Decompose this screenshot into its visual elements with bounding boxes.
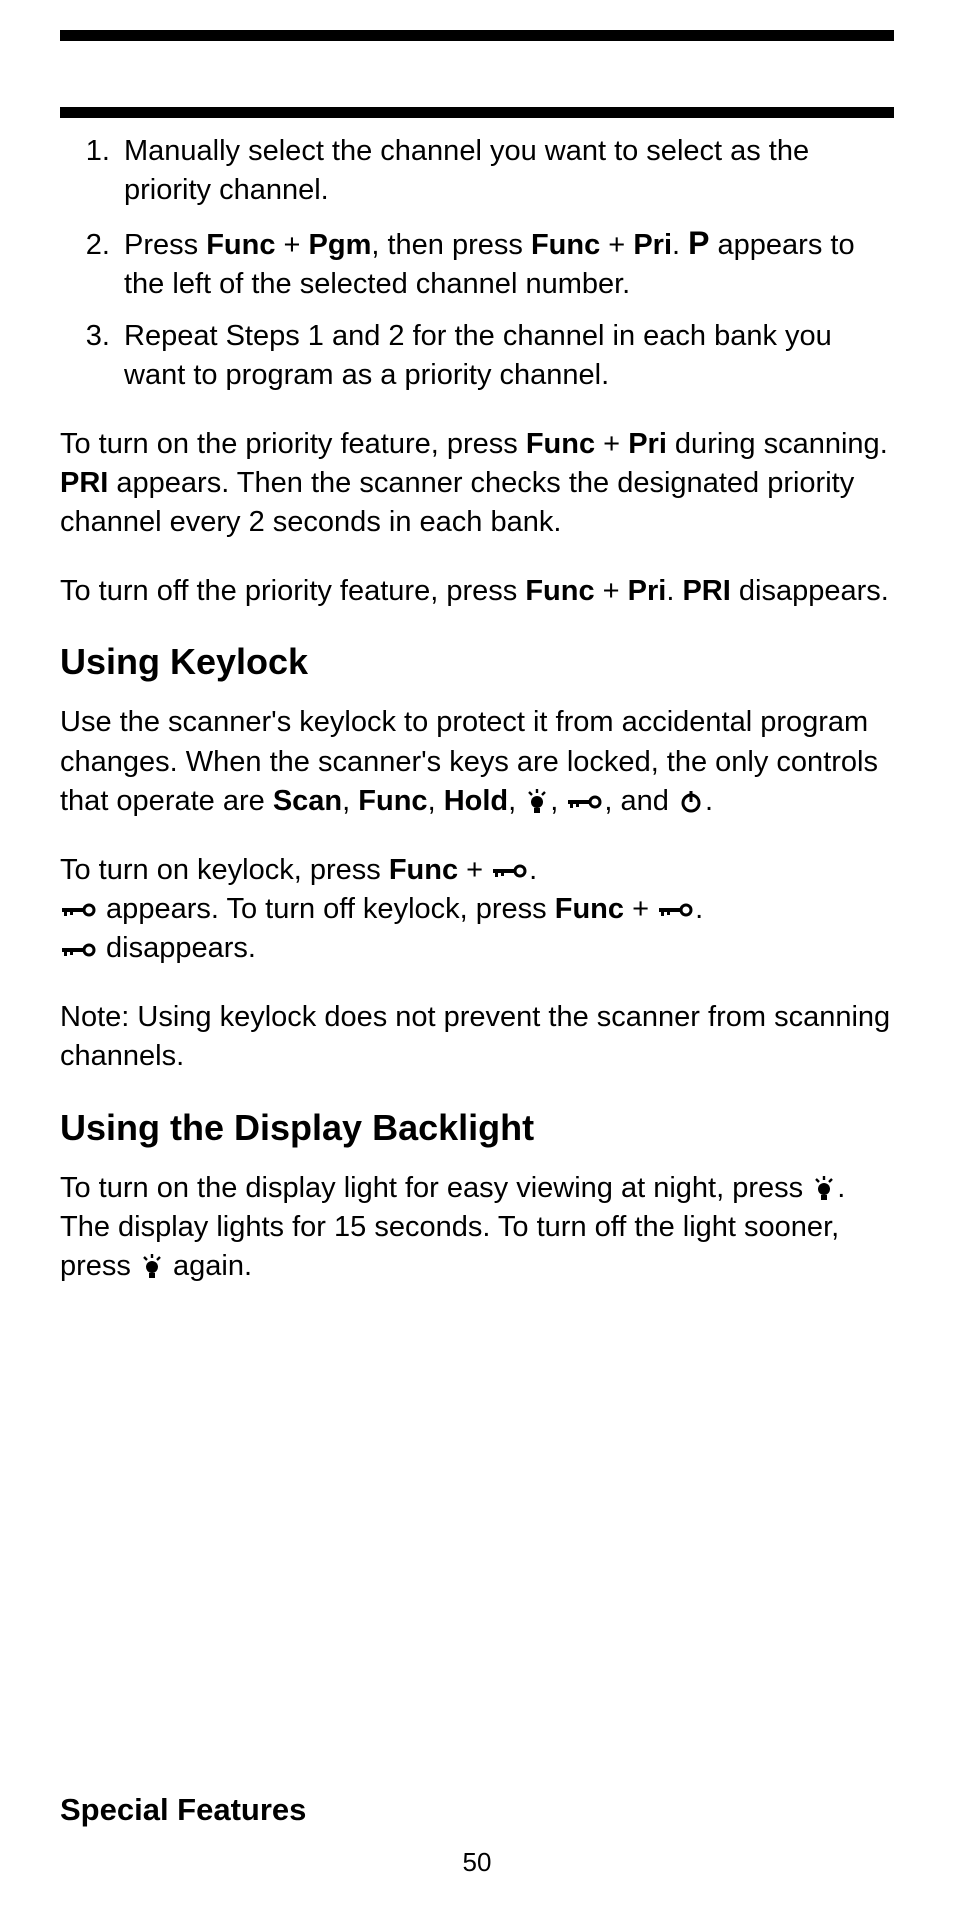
func-key-label: Func [555, 893, 624, 925]
priority-off-paragraph: To turn off the priority feature, press … [60, 572, 894, 611]
priority-on-paragraph: To turn on the priority feature, press F… [60, 425, 894, 542]
text-part: To turn off the priority feature, press [60, 575, 525, 607]
text-part: appears. To turn off keylock, press [98, 893, 555, 925]
dot-text: . [529, 854, 537, 886]
pri-key-label: Pri [633, 229, 672, 261]
pri-indicator: PRI [60, 467, 108, 499]
keylock-heading: Using Keylock [60, 641, 894, 683]
plus-text: + [458, 854, 491, 886]
dot-text: . [705, 785, 713, 817]
backlight-paragraph: To turn on the display light for easy vi… [60, 1169, 894, 1286]
step-3: Repeat Steps 1 and 2 for the channel in … [118, 317, 894, 395]
plus-text: + [595, 428, 628, 460]
page-number: 50 [0, 1847, 954, 1878]
hold-key-label: Hold [444, 785, 508, 817]
comma-text: , [550, 785, 566, 817]
comma-and-text: , and [604, 785, 677, 817]
plus-text: + [275, 229, 308, 261]
pri-key-label: Pri [628, 575, 667, 607]
func-key-label: Func [358, 785, 427, 817]
top-double-rule-1 [60, 30, 894, 41]
text-part: during scanning. [667, 428, 888, 460]
power-icon [679, 790, 703, 814]
func-key-label: Func [389, 854, 458, 886]
step-1: Manually select the channel you want to … [118, 132, 894, 210]
plus-text: + [600, 229, 633, 261]
step-text-part: Press [124, 229, 206, 261]
dot-text: . [672, 229, 688, 261]
comma-text: , [428, 785, 444, 817]
footer-section-title: Special Features [60, 1792, 306, 1828]
p-indicator: P [688, 225, 709, 261]
keylock-paragraph-2: To turn on keylock, press Func + . appea… [60, 851, 894, 968]
priority-steps-list: Manually select the channel you want to … [60, 132, 894, 395]
dot-text: . [666, 575, 682, 607]
key-icon [62, 901, 96, 919]
func-key-label: Func [206, 229, 275, 261]
key-icon [659, 901, 693, 919]
func-key-label: Func [525, 575, 594, 607]
step-2: Press Func + Pgm, then press Func + Pri.… [118, 222, 894, 304]
key-icon [493, 862, 527, 880]
func-key-label: Func [531, 229, 600, 261]
text-part: disappears. [731, 575, 889, 607]
page: Manually select the channel you want to … [0, 0, 954, 1908]
step-text: Repeat Steps 1 and 2 for the channel in … [124, 320, 832, 391]
text-part: To turn on keylock, press [60, 854, 389, 886]
text-part: appears. Then the scanner checks the des… [60, 467, 854, 538]
backlight-heading: Using the Display Backlight [60, 1107, 894, 1149]
rule-gap [60, 47, 894, 107]
key-icon [568, 793, 602, 811]
func-key-label: Func [526, 428, 595, 460]
text-part: disappears. [98, 932, 256, 964]
text-part: again. [165, 1250, 252, 1282]
plus-text: + [595, 575, 628, 607]
step-text: Manually select the channel you want to … [124, 135, 809, 206]
text-part: To turn on the priority feature, press [60, 428, 526, 460]
dot-text: . [695, 893, 703, 925]
keylock-note: Note: Using keylock does not prevent the… [60, 998, 894, 1076]
key-icon [62, 941, 96, 959]
comma-text: , [342, 785, 358, 817]
plus-text: + [624, 893, 657, 925]
pgm-key-label: Pgm [309, 229, 372, 261]
step-text-part: , then press [371, 229, 531, 261]
comma-text: , [508, 785, 524, 817]
pri-indicator: PRI [682, 575, 730, 607]
light-icon [813, 1176, 835, 1202]
light-icon [141, 1254, 163, 1280]
keylock-paragraph-1: Use the scanner's keylock to protect it … [60, 703, 894, 820]
light-icon [526, 789, 548, 815]
scan-key-label: Scan [273, 785, 342, 817]
pri-key-label: Pri [628, 428, 667, 460]
top-double-rule-2 [60, 107, 894, 118]
text-part: To turn on the display light for easy vi… [60, 1172, 811, 1204]
